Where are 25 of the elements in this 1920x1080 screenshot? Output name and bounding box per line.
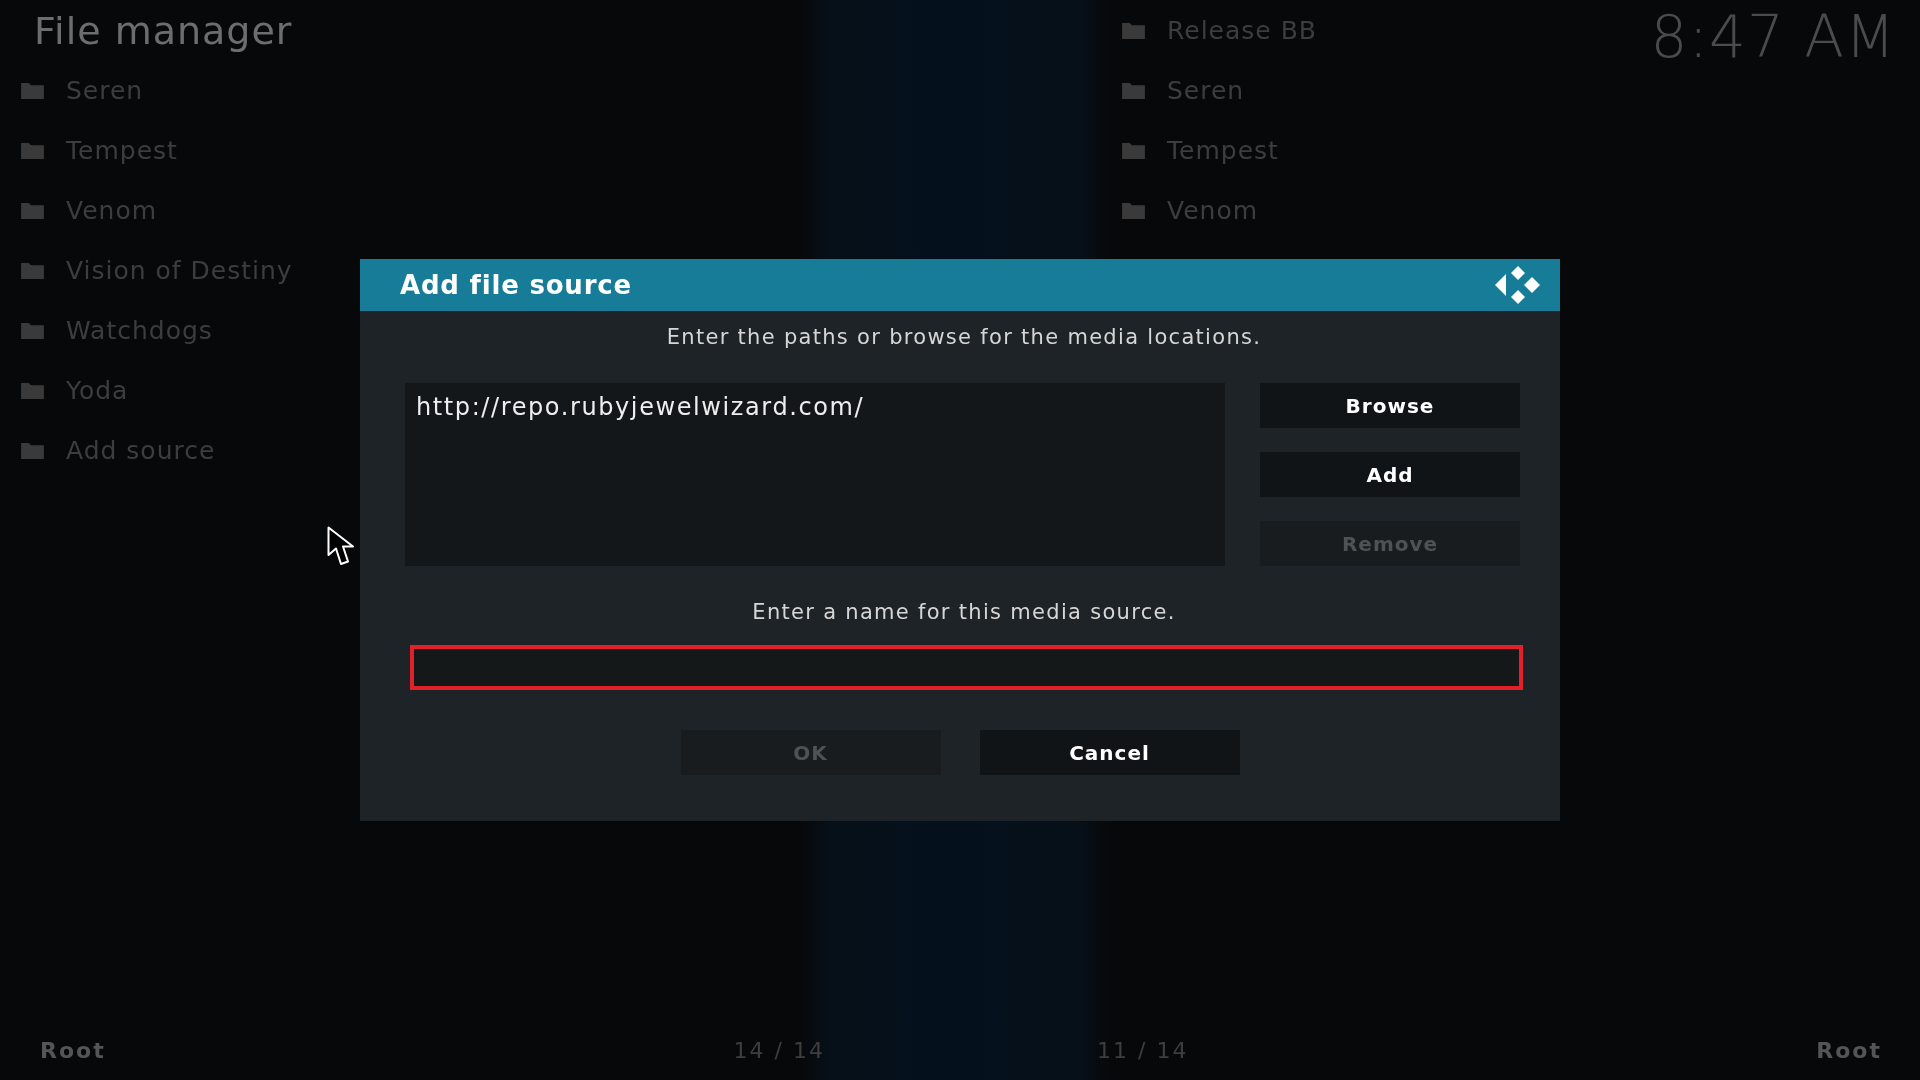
folder-icon xyxy=(20,320,45,340)
current-path: Root xyxy=(1816,1037,1882,1063)
name-field[interactable] xyxy=(410,645,1523,690)
folder-icon xyxy=(1121,20,1146,40)
clock: 8:47 AM xyxy=(1650,2,1896,72)
folder-icon xyxy=(1121,200,1146,220)
name-prompt: Enter a name for this media source. xyxy=(751,599,1177,625)
paths-prompt: Enter the paths or browse for the media locations. xyxy=(665,324,1263,350)
dialog-button[interactable]: Cancel xyxy=(979,730,1240,775)
folder-icon xyxy=(20,80,45,100)
dialog-title: Add file source xyxy=(400,270,632,300)
folder-icon xyxy=(20,140,45,160)
dialog-button[interactable]: Browse xyxy=(1260,383,1520,428)
folder-icon xyxy=(1121,140,1146,160)
folder-icon xyxy=(20,260,45,280)
current-path: Root xyxy=(40,1037,106,1063)
folder-icon xyxy=(20,200,45,220)
path-entry[interactable]: http://repo.rubyjewelwizard.com/ xyxy=(416,391,1214,423)
diamond-logo-icon xyxy=(1494,265,1542,305)
folder-icon xyxy=(20,440,45,460)
path-list[interactable]: http://repo.rubyjewelwizard.com/ xyxy=(405,383,1225,566)
folder-icon xyxy=(1121,80,1146,100)
folder-icon xyxy=(20,380,45,400)
page-title: File manager xyxy=(33,8,293,55)
dialog-button[interactable]: Add xyxy=(1260,452,1520,497)
